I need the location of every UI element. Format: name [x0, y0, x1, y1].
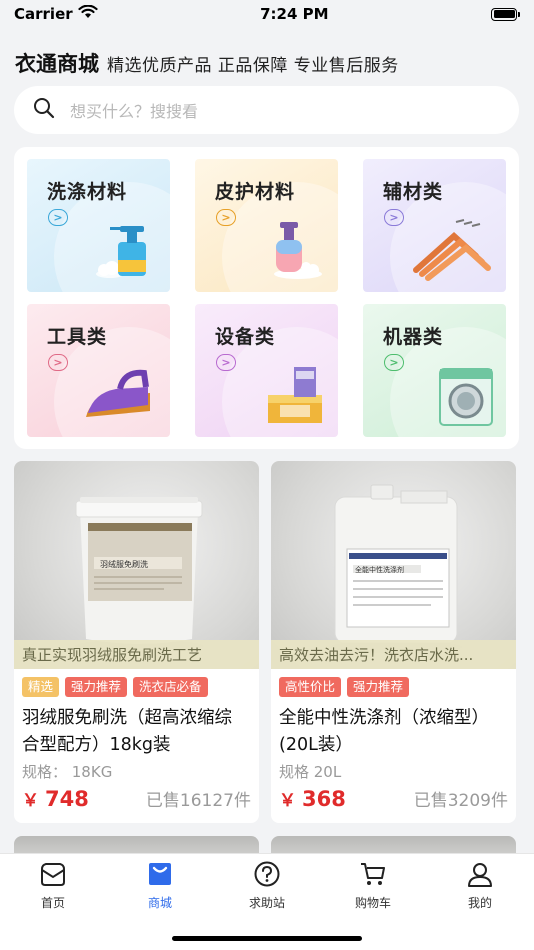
product-label-text: 全能中性洗涤剂 [355, 565, 404, 574]
category-label: 皮护材料 [215, 181, 296, 203]
tab-bar: 首页 商城 求助站 购物车 我的 [0, 853, 534, 950]
category-accessories[interactable]: 辅材类 > [363, 159, 506, 292]
arrow-right-icon: > [384, 354, 404, 371]
product-image: 羽绒服免刷洗 真正实现羽绒服免刷洗工艺 [14, 461, 259, 669]
category-machines[interactable]: 机器类 > [363, 304, 506, 437]
profile-icon [466, 861, 494, 891]
product-price: ￥ 748 [22, 787, 89, 811]
detergent-bottle-icon [90, 212, 160, 286]
tab-label: 求助站 [248, 896, 285, 910]
category-label: 工具类 [47, 326, 108, 348]
product-banner: 真正实现羽绒服免刷洗工艺 [14, 640, 259, 669]
iron-icon [80, 363, 160, 431]
tag-row: 精选 强力推荐 洗衣店必备 [14, 669, 259, 697]
category-label: 洗涤材料 [47, 181, 128, 203]
category-washing-materials[interactable]: 洗涤材料 > [27, 159, 170, 292]
product-card[interactable]: 羽绒服免刷洗 真正实现羽绒服免刷洗工艺 精选 强力推荐 洗衣店必备 羽绒服免刷洗… [14, 461, 259, 823]
tag: 洗衣店必备 [133, 677, 208, 697]
product-card[interactable]: 全能中性洗涤剂 高效去油去污！洗衣店水洗... 高性价比 强力推荐 全能中性洗涤… [271, 461, 516, 823]
arrow-right-icon: > [48, 209, 68, 226]
product-spec: 规格 20L [279, 763, 342, 781]
search-icon [32, 96, 56, 124]
status-bar: Carrier 7:24 PM [0, 0, 534, 28]
price-row: ￥ 748 已售16127件 [14, 782, 259, 811]
tab-label: 首页 [40, 896, 65, 910]
tab-label: 购物车 [354, 896, 391, 910]
tag: 高性价比 [279, 677, 342, 697]
sold-count: 已售3209件 [413, 791, 508, 811]
tab-label: 我的 [467, 896, 492, 910]
tab-mall[interactable]: 商城 [120, 861, 200, 911]
product-banner: 高效去油去污！洗衣店水洗... [271, 640, 516, 669]
tag: 强力推荐 [65, 677, 128, 697]
arrow-right-icon: > [48, 354, 68, 371]
mall-bag-icon [146, 861, 174, 891]
brand-title: 衣通商城 [15, 52, 99, 76]
product-label-text: 羽绒服免刷洗 [100, 559, 148, 569]
price-row: ￥ 368 已售3209件 [271, 782, 516, 811]
category-label: 机器类 [383, 326, 444, 348]
product-image: 全能中性洗涤剂 高效去油去污！洗衣店水洗... [271, 461, 516, 669]
battery-icon [491, 7, 520, 21]
category-label: 设备类 [215, 326, 276, 348]
home-indicator [172, 936, 362, 941]
product-price: ￥ 368 [279, 787, 346, 811]
search-bar[interactable]: 想买什么？搜搜看 [14, 86, 519, 134]
tag-row: 高性价比 强力推荐 [271, 669, 516, 697]
cart-icon [359, 861, 387, 891]
category-leather-care[interactable]: 皮护材料 > [195, 159, 338, 292]
brand-slogan: 精选优质产品 正品保障 专业售后服务 [107, 55, 399, 76]
product-name[interactable]: 羽绒服免刷洗（超高浓缩综合型配方）18kg装 [14, 697, 259, 759]
category-grid: 洗涤材料 > 皮护材料 > 辅材类 > 工具类 > 设备类 > 机器类 > [14, 147, 519, 449]
press-machine-icon [258, 357, 328, 431]
hangers-icon [410, 216, 496, 286]
tab-home[interactable]: 首页 [13, 861, 93, 911]
category-label: 辅材类 [383, 181, 444, 203]
arrow-right-icon: > [216, 209, 236, 226]
tag: 强力推荐 [347, 677, 410, 697]
category-tools[interactable]: 工具类 > [27, 304, 170, 437]
tag: 精选 [22, 677, 60, 697]
arrow-right-icon: > [384, 209, 404, 226]
help-icon [253, 861, 281, 891]
washing-machine-icon [436, 365, 496, 431]
wifi-icon [78, 4, 98, 23]
carrier-label: Carrier [14, 5, 73, 23]
product-name[interactable]: 全能中性洗涤剂（浓缩型）(20L装） [271, 697, 516, 759]
status-time: 7:24 PM [260, 5, 329, 23]
tab-help[interactable]: 求助站 [227, 861, 307, 911]
product-spec: 规格： 18KG [22, 763, 113, 781]
tab-profile[interactable]: 我的 [440, 861, 520, 911]
category-equipment[interactable]: 设备类 > [195, 304, 338, 437]
tab-cart[interactable]: 购物车 [333, 861, 413, 911]
lotion-bottle-icon [258, 212, 328, 286]
page-header: 衣通商城 精选优质产品 正品保障 专业售后服务 [15, 48, 524, 78]
arrow-right-icon: > [216, 354, 236, 371]
search-input[interactable]: 想买什么？搜搜看 [70, 98, 198, 122]
tab-label: 商城 [147, 896, 172, 910]
sold-count: 已售16127件 [145, 791, 251, 811]
home-icon [39, 861, 67, 891]
